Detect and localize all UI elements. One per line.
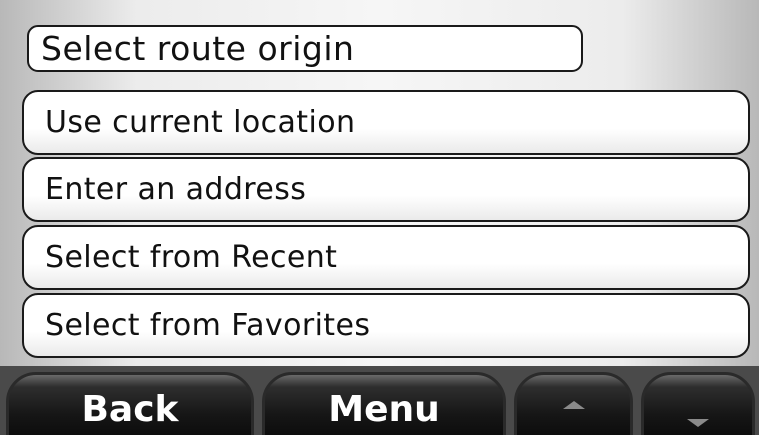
option-label: Use current location	[45, 105, 356, 140]
back-button-label: Back	[81, 389, 179, 430]
route-origin-screen: Select route origin Use current location…	[0, 0, 759, 435]
scroll-up-button[interactable]	[514, 372, 633, 435]
option-label: Select from Recent	[45, 240, 338, 275]
option-label: Enter an address	[45, 172, 307, 207]
select-from-favorites-button[interactable]: Select from Favorites	[22, 293, 750, 358]
page-title-text: Select route origin	[41, 29, 355, 68]
back-button[interactable]: Back	[6, 372, 254, 435]
arrow-up-icon	[562, 401, 585, 409]
menu-button-label: Menu	[328, 389, 440, 430]
page-title: Select route origin	[27, 25, 583, 72]
scroll-down-button[interactable]	[641, 372, 755, 435]
use-current-location-button[interactable]: Use current location	[22, 90, 750, 155]
menu-button[interactable]: Menu	[262, 372, 506, 435]
select-from-recent-button[interactable]: Select from Recent	[22, 225, 750, 290]
arrow-down-icon	[687, 419, 709, 427]
enter-address-button[interactable]: Enter an address	[22, 157, 750, 222]
option-label: Select from Favorites	[45, 308, 371, 343]
